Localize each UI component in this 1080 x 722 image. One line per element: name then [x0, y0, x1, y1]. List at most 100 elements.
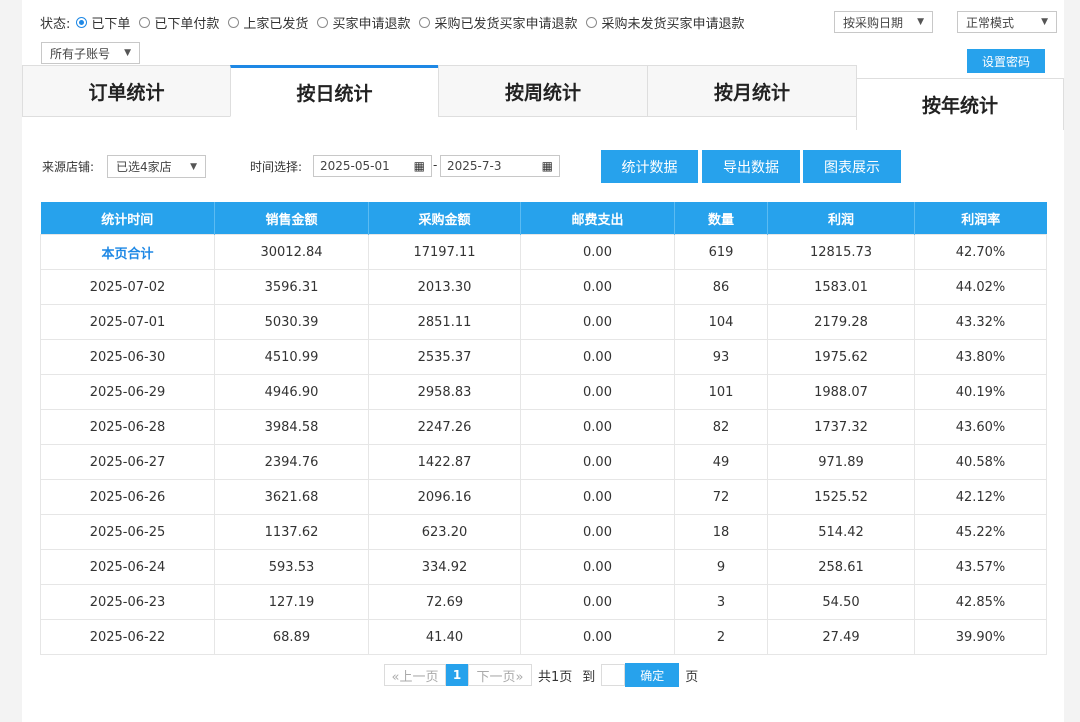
table-row: 2025-06-25 1137.62 623.20 0.00 18 514.42 45.22…	[40, 514, 1047, 550]
radio-icon	[317, 16, 329, 28]
page-number-input[interactable]	[601, 664, 626, 686]
calendar-icon[interactable]: ▦	[542, 159, 553, 173]
page-suffix: 页	[685, 669, 699, 685]
cell-sales-amount: 2394.76	[214, 444, 369, 480]
cell-purchase-amount: 334.92	[368, 549, 521, 585]
radio-label: 上家已发货	[243, 16, 309, 32]
cell-stat-time: 2025-06-23	[40, 584, 215, 620]
total-pages: 共1页	[538, 669, 573, 685]
pagination: «上一页 1 下一页» 共1页 到 确定 页	[384, 663, 698, 687]
cell-stat-time: 2025-07-02	[40, 269, 215, 305]
table-header-row: 统计时间 销售金额 采购金额 邮费支出 数量 利润 利润率	[40, 202, 1047, 235]
cell-stat-time: 2025-07-01	[40, 304, 215, 340]
status-radio-ordered-paid[interactable]: 已下单付款	[139, 13, 219, 32]
radio-icon	[586, 16, 598, 28]
start-date-input[interactable]: 2025-05-01 ▦	[313, 155, 432, 177]
cell-purchase-amount: 2247.26	[368, 409, 521, 445]
table-row: 2025-06-23 127.19 72.69 0.00 3 54.50 42.85%	[40, 584, 1047, 620]
cell-postage: 0.00	[520, 584, 675, 620]
cell-profit-rate: 40.58%	[914, 444, 1047, 480]
tab-daily-stats[interactable]: 按日统计	[230, 65, 439, 117]
cell-stat-time: 2025-06-24	[40, 549, 215, 585]
cell-purchase-amount: 2851.11	[368, 304, 521, 340]
cell-profit: 258.61	[767, 549, 915, 585]
status-filter: 状态: 已下单 已下单付款 上家已发货 买家申请退款 采购已发货买家申请退款 采…	[40, 12, 753, 32]
cell-profit-rate: 42.12%	[914, 479, 1047, 515]
radio-label: 采购已发货买家申请退款	[434, 16, 578, 32]
stats-data-button[interactable]: 统计数据	[601, 150, 698, 183]
mode-select[interactable]: 正常模式 ▼	[957, 11, 1057, 33]
cell-sales-amount: 1137.62	[214, 514, 369, 550]
cell-sales-amount: 127.19	[214, 584, 369, 620]
tab-monthly-stats[interactable]: 按月统计	[647, 65, 857, 117]
header-postage: 邮费支出	[520, 202, 675, 235]
tab-yearly-stats[interactable]: 按年统计	[856, 78, 1064, 130]
cell-sales-amount: 593.53	[214, 549, 369, 585]
cell-purchase-amount: 2013.30	[368, 269, 521, 305]
cell-sales-amount: 30012.84	[214, 234, 369, 270]
cell-postage: 0.00	[520, 339, 675, 375]
confirm-page-button[interactable]: 确定	[625, 663, 680, 687]
table-row: 2025-06-27 2394.76 1422.87 0.00 49 971.89 40.5…	[40, 444, 1047, 480]
tab-order-stats[interactable]: 订单统计	[22, 65, 231, 117]
date-type-select[interactable]: 按采购日期 ▼	[834, 11, 933, 33]
cell-quantity: 2	[674, 619, 768, 655]
cell-quantity: 104	[674, 304, 768, 340]
table-row: 2025-07-02 3596.31 2013.30 0.00 86 1583.01 44.…	[40, 269, 1047, 305]
table-row: 2025-06-28 3984.58 2247.26 0.00 82 1737.32 43.…	[40, 409, 1047, 445]
cell-postage: 0.00	[520, 444, 675, 480]
chevron-down-icon: ▼	[190, 161, 197, 172]
stats-tabs: 订单统计 按日统计 按周统计 按月统计 按年统计	[22, 65, 1064, 130]
cell-postage: 0.00	[520, 514, 675, 550]
header-stat-time: 统计时间	[40, 202, 215, 235]
status-radio-supplier-shipped[interactable]: 上家已发货	[228, 13, 308, 32]
calendar-icon[interactable]: ▦	[414, 159, 425, 173]
cell-stat-time: 2025-06-28	[40, 409, 215, 445]
radio-icon	[228, 16, 240, 28]
cell-quantity: 82	[674, 409, 768, 445]
export-data-button[interactable]: 导出数据	[702, 150, 800, 183]
status-radio-shipped-refund[interactable]: 采购已发货买家申请退款	[419, 13, 577, 32]
cell-quantity: 86	[674, 269, 768, 305]
current-page[interactable]: 1	[446, 664, 468, 686]
cell-stat-time: 2025-06-29	[40, 374, 215, 410]
radio-icon	[419, 16, 431, 28]
cell-profit-rate: 39.90%	[914, 619, 1047, 655]
table-row: 2025-06-29 4946.90 2958.83 0.00 101 1988.07 40…	[40, 374, 1047, 410]
store-select[interactable]: 已选4家店 ▼	[107, 155, 206, 178]
radio-checked-icon	[76, 16, 88, 28]
radio-label: 已下单	[91, 16, 131, 32]
mode-value: 正常模式	[966, 15, 1015, 30]
table-row: 2025-07-01 5030.39 2851.11 0.00 104 2179.28 43…	[40, 304, 1047, 340]
sub-account-select[interactable]: 所有子账号 ▼	[41, 42, 140, 64]
cell-quantity: 49	[674, 444, 768, 480]
sub-account-value: 所有子账号	[50, 46, 111, 61]
status-radio-buyer-refund[interactable]: 买家申请退款	[317, 13, 410, 32]
status-radio-ordered[interactable]: 已下单	[76, 13, 130, 32]
cell-postage: 0.00	[520, 479, 675, 515]
date-separator: -	[433, 158, 438, 172]
cell-postage: 0.00	[520, 374, 675, 410]
end-date-value: 2025-7-3	[447, 159, 502, 173]
tab-weekly-stats[interactable]: 按周统计	[438, 65, 648, 117]
table-row: 2025-06-26 3621.68 2096.16 0.00 72 1525.52 42.…	[40, 479, 1047, 515]
cell-profit-rate: 43.60%	[914, 409, 1047, 445]
prev-page-button[interactable]: «上一页	[384, 664, 446, 686]
cell-postage: 0.00	[520, 269, 675, 305]
cell-postage: 0.00	[520, 409, 675, 445]
time-label: 时间选择:	[250, 160, 303, 174]
radio-icon	[139, 16, 151, 28]
cell-stat-time: 2025-06-22	[40, 619, 215, 655]
status-radio-unshipped-refund[interactable]: 采购未发货买家申请退款	[586, 13, 744, 32]
cell-profit-rate: 44.02%	[914, 269, 1047, 305]
chevron-down-icon: ▼	[124, 48, 131, 58]
cell-purchase-amount: 2958.83	[368, 374, 521, 410]
cell-postage: 0.00	[520, 304, 675, 340]
chart-view-button[interactable]: 图表展示	[803, 150, 901, 183]
next-page-button[interactable]: 下一页»	[468, 664, 532, 686]
table-row: 2025-06-22 68.89 41.40 0.00 2 27.49 39.90%	[40, 619, 1047, 655]
radio-label: 已下单付款	[154, 16, 220, 32]
end-date-input[interactable]: 2025-7-3 ▦	[440, 155, 560, 177]
header-sales-amount: 销售金额	[214, 202, 369, 235]
table-total-row: 本页合计 30012.84 17197.11 0.00 619 12815.73 42.70…	[40, 234, 1047, 270]
